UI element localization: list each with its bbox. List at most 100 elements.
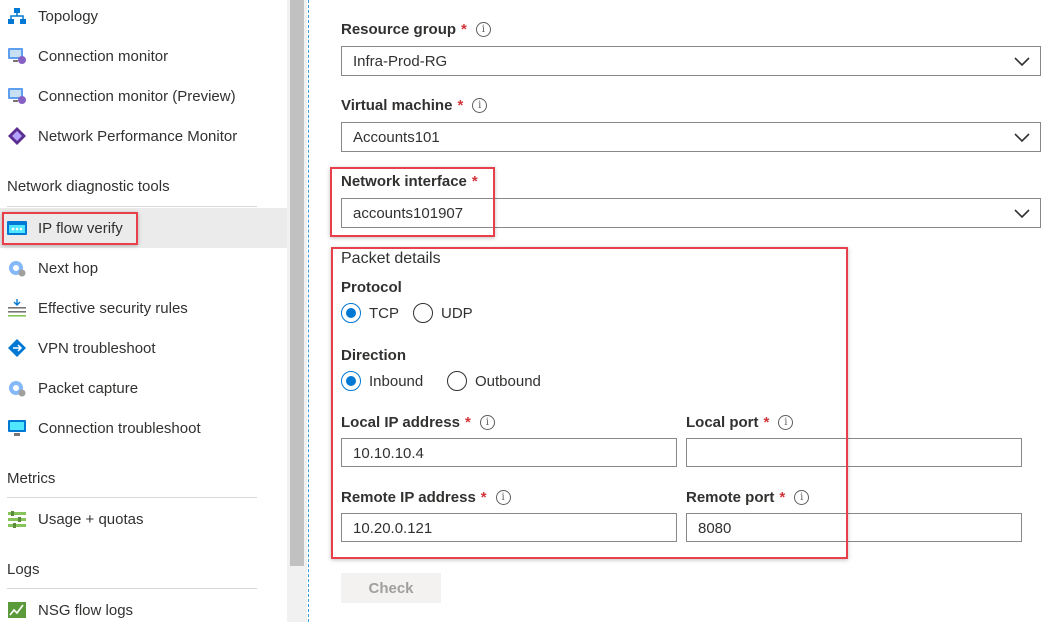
info-icon[interactable]: i xyxy=(794,490,810,505)
protocol-label: Protocol xyxy=(341,279,402,296)
sidebar-item-nsg-flow-logs[interactable]: NSG flow logs xyxy=(0,590,287,630)
network-interface-value: accounts101907 xyxy=(353,205,464,222)
network-performance-monitor-icon xyxy=(7,127,27,145)
radio-selected-indicator xyxy=(341,303,361,323)
sidebar-item-ip-flow-verify[interactable]: IP flow verify xyxy=(0,208,287,248)
left-navigation: Topology Connection monitor Connection m… xyxy=(0,0,287,622)
remote-port-input[interactable]: 8080 xyxy=(686,513,1022,542)
direction-outbound-radio[interactable]: Outbound xyxy=(447,371,541,391)
sidebar-item-label: Next hop xyxy=(38,259,99,277)
pane-separator xyxy=(308,0,309,622)
info-icon[interactable]: i xyxy=(778,415,794,430)
required-marker: * xyxy=(480,489,487,506)
sidebar-item-connection-monitor[interactable]: Connection monitor xyxy=(0,36,287,76)
direction-label: Direction xyxy=(341,347,406,364)
sidebar-item-label: Connection troubleshoot xyxy=(38,419,201,437)
network-interface-label-text: Network interface xyxy=(341,173,467,190)
resource-group-value: Infra-Prod-RG xyxy=(353,53,448,70)
sidebar-item-connection-troubleshoot[interactable]: Connection troubleshoot xyxy=(0,408,287,448)
remote-ip-input[interactable]: 10.20.0.121 xyxy=(341,513,677,542)
effective-security-rules-icon xyxy=(7,299,27,317)
info-icon[interactable]: i xyxy=(479,415,495,430)
sidebar-item-label: Effective security rules xyxy=(38,299,188,317)
virtual-machine-dropdown[interactable]: Accounts101 xyxy=(341,122,1041,152)
local-port-input[interactable] xyxy=(686,438,1022,467)
sidebar-item-vpn-troubleshoot[interactable]: VPN troubleshoot xyxy=(0,328,287,368)
resource-group-label: Resource group * i xyxy=(341,21,491,38)
chevron-down-icon xyxy=(1014,209,1030,219)
local-port-label-text: Local port xyxy=(686,414,759,431)
chevron-down-icon xyxy=(1014,57,1030,67)
resource-group-label-text: Resource group xyxy=(341,21,457,38)
section-heading-logs: Logs xyxy=(7,561,40,578)
info-icon[interactable]: i xyxy=(495,490,511,505)
direction-inbound-radio[interactable]: Inbound xyxy=(341,371,423,391)
next-hop-icon xyxy=(7,259,27,277)
local-ip-label: Local IP address * i xyxy=(341,414,495,431)
required-marker: * xyxy=(779,489,786,506)
sidebar-item-connection-monitor-preview[interactable]: Connection monitor (Preview) xyxy=(0,76,287,116)
sidebar-scrollbar-thumb[interactable] xyxy=(290,0,304,566)
section-divider xyxy=(7,588,257,589)
radio-indicator xyxy=(447,371,467,391)
section-heading-network-diagnostic-tools: Network diagnostic tools xyxy=(7,178,170,195)
protocol-label-text: Protocol xyxy=(341,279,402,296)
sidebar-item-label: Usage + quotas xyxy=(38,510,144,528)
section-divider xyxy=(7,497,257,498)
info-icon[interactable]: i xyxy=(475,22,491,37)
resource-group-dropdown[interactable]: Infra-Prod-RG xyxy=(341,46,1041,76)
local-ip-value: 10.10.10.4 xyxy=(353,445,424,462)
local-ip-input[interactable]: 10.10.10.4 xyxy=(341,438,677,467)
required-marker: * xyxy=(457,97,464,114)
sidebar-item-label: Connection monitor (Preview) xyxy=(38,87,236,105)
chevron-down-icon xyxy=(1014,133,1030,143)
remote-port-label-text: Remote port xyxy=(686,489,775,506)
radio-label: UDP xyxy=(441,304,473,322)
ip-flow-verify-icon xyxy=(7,219,27,237)
sidebar-item-label: VPN troubleshoot xyxy=(38,339,156,357)
sidebar-item-topology[interactable]: Topology xyxy=(0,0,287,36)
section-heading-metrics: Metrics xyxy=(7,470,56,487)
radio-label: Outbound xyxy=(475,372,541,390)
packet-details-heading: Packet details xyxy=(341,250,441,267)
remote-port-value: 8080 xyxy=(698,520,732,537)
connection-monitor-preview-icon xyxy=(7,87,27,105)
virtual-machine-label-text: Virtual machine xyxy=(341,97,453,114)
remote-port-label: Remote port * i xyxy=(686,489,810,506)
radio-label: TCP xyxy=(369,304,399,322)
sidebar-item-label: Topology xyxy=(38,7,99,25)
network-interface-dropdown[interactable]: accounts101907 xyxy=(341,198,1041,228)
protocol-udp-radio[interactable]: UDP xyxy=(413,303,473,323)
radio-selected-indicator xyxy=(341,371,361,391)
check-button[interactable]: Check xyxy=(341,573,441,603)
sidebar-item-effective-security-rules[interactable]: Effective security rules xyxy=(0,288,287,328)
sidebar-item-label: NSG flow logs xyxy=(38,601,134,619)
sidebar-item-label: Connection monitor xyxy=(38,47,169,65)
nsg-flow-logs-icon xyxy=(7,601,27,619)
local-port-label: Local port * i xyxy=(686,414,794,431)
radio-indicator xyxy=(413,303,433,323)
connection-troubleshoot-icon xyxy=(7,419,27,437)
direction-label-text: Direction xyxy=(341,347,407,364)
remote-ip-label: Remote IP address * i xyxy=(341,489,511,506)
connection-monitor-icon xyxy=(7,47,27,65)
sidebar-item-usage-quotas[interactable]: Usage + quotas xyxy=(0,499,287,539)
radio-label: Inbound xyxy=(369,372,424,390)
sidebar-item-label: IP flow verify xyxy=(38,219,123,237)
local-ip-label-text: Local IP address xyxy=(341,414,460,431)
virtual-machine-label: Virtual machine * i xyxy=(341,97,488,114)
sidebar-item-network-performance-monitor[interactable]: Network Performance Monitor xyxy=(0,116,287,156)
protocol-tcp-radio[interactable]: TCP xyxy=(341,303,399,323)
required-marker: * xyxy=(461,21,467,38)
packet-capture-icon xyxy=(7,379,27,397)
sidebar-item-next-hop[interactable]: Next hop xyxy=(0,248,287,288)
sidebar-item-label: Network Performance Monitor xyxy=(38,127,238,145)
topology-icon xyxy=(7,7,27,25)
section-divider xyxy=(7,206,257,207)
network-interface-label: Network interface * xyxy=(341,173,478,190)
remote-ip-value: 10.20.0.121 xyxy=(353,520,433,537)
info-icon[interactable]: i xyxy=(472,98,488,113)
required-marker: * xyxy=(471,173,478,190)
sidebar-item-packet-capture[interactable]: Packet capture xyxy=(0,368,287,408)
required-marker: * xyxy=(763,414,770,431)
